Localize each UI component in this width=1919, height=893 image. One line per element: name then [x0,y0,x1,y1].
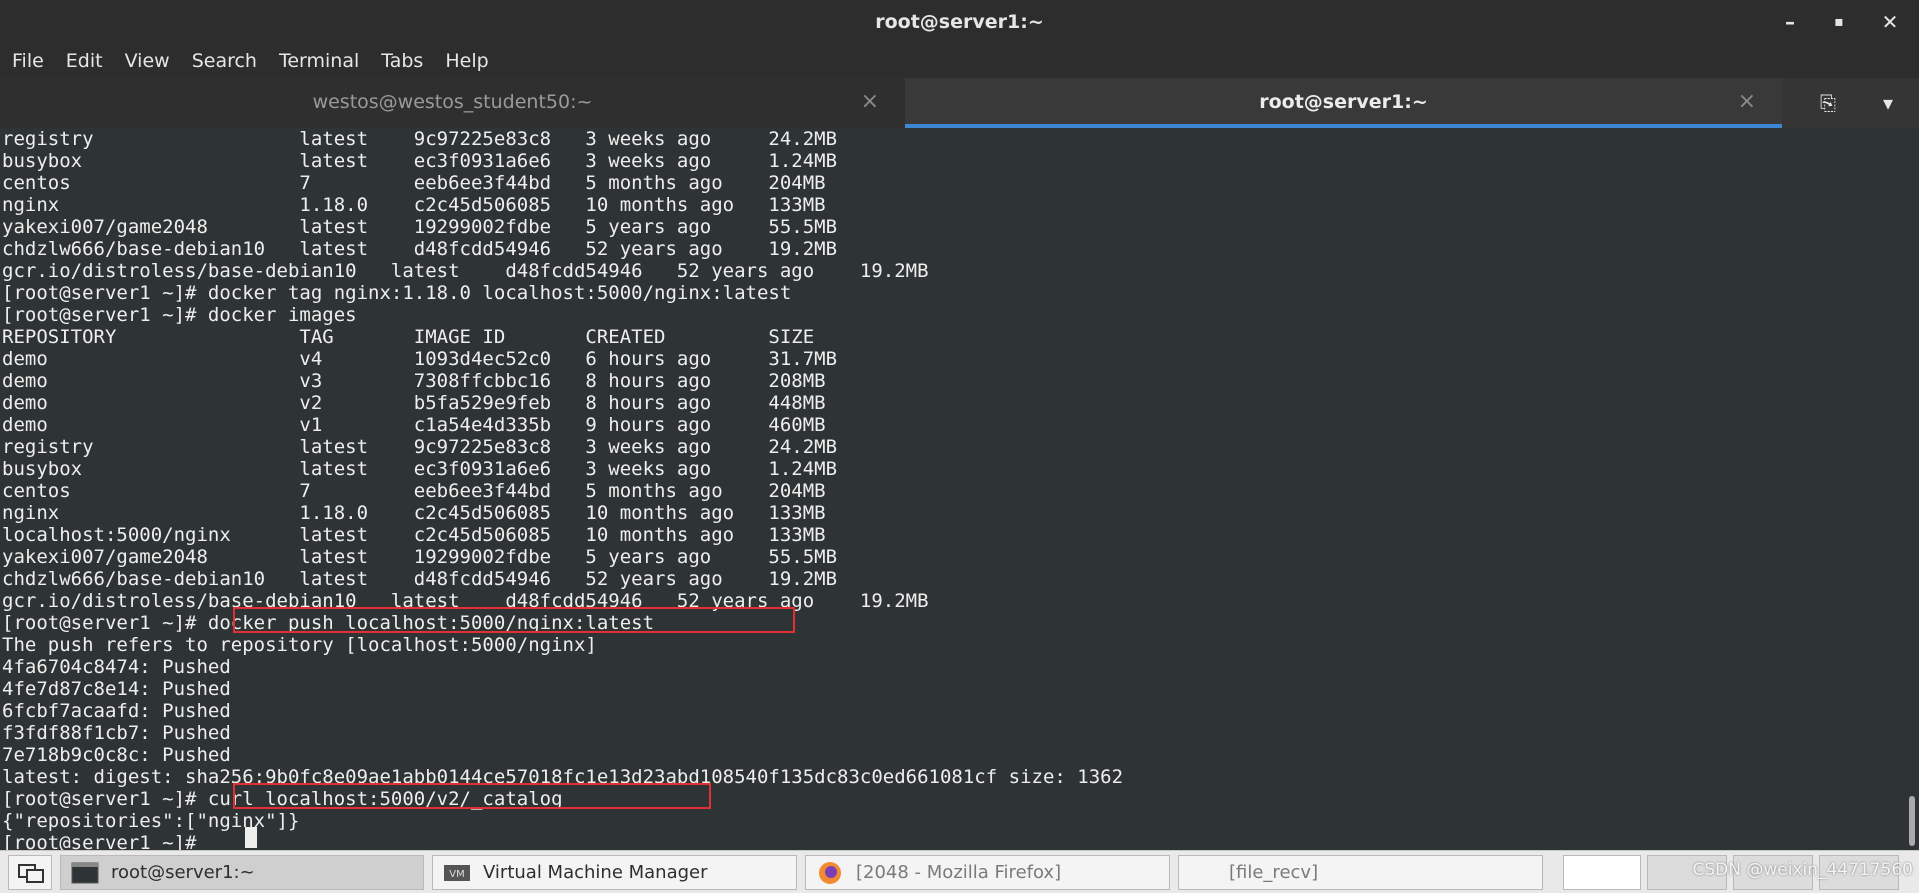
terminal-line: demo v2 b5fa529e9feb 8 hours ago 448MB [2,392,826,414]
menu-tabs[interactable]: Tabs [381,50,423,72]
terminal-line: gcr.io/distroless/base-debian10 latest d… [2,260,929,282]
tab-westos-student[interactable]: westos@westos_student50:~ × [0,78,905,128]
taskbar-item-label: [file_recv] [1229,862,1319,883]
terminal-line: registry latest 9c97225e83c8 3 weeks ago… [2,436,838,458]
terminal-line: REPOSITORY TAG IMAGE ID CREATED SIZE [2,326,815,348]
new-tab-icon[interactable]: ⎘ [1800,78,1856,128]
firefox-icon [819,862,841,884]
window-titlebar: root@server1:~ – ▪ ✕ [0,0,1919,44]
maximize-button[interactable]: ▪ [1822,8,1856,36]
terminal-cursor [245,827,257,848]
terminal-line: [root@server1 ~]# docker images [2,304,357,326]
menu-search[interactable]: Search [192,50,257,72]
terminal-line: centos 7 eeb6ee3f44bd 5 months ago 204MB [2,480,826,502]
terminal-line: chdzlw666/base-debian10 latest d48fcdd54… [2,238,838,260]
terminal-line: demo v4 1093d4ec52c0 6 hours ago 31.7MB [2,348,838,370]
terminal-line: demo v1 c1a54e4d335b 9 hours ago 460MB [2,414,826,436]
terminal-line: 4fa6704c8474: Pushed [2,656,231,678]
terminal-line: yakexi007/game2048 latest 19299002fdbe 5… [2,216,838,238]
terminal-line: busybox latest ec3f0931a6e6 3 weeks ago … [2,150,838,172]
terminal-line: busybox latest ec3f0931a6e6 3 weeks ago … [2,458,838,480]
tab-root-server1[interactable]: root@server1:~ × [905,78,1782,128]
terminal-line: f3fdf88f1cb7: Pushed [2,722,231,744]
terminal-line: localhost:5000/nginx latest c2c45d506085… [2,524,826,546]
workspace-switcher-1[interactable] [1563,855,1641,890]
highlight-curl-command [233,783,711,809]
terminal-line: [root@server1 ~]# [2,832,208,850]
tab-label: root@server1:~ [1259,91,1428,113]
terminal-line: 6fcbf7acaafd: Pushed [2,700,231,722]
menu-file[interactable]: File [12,50,44,72]
tab-close-icon[interactable]: × [1738,78,1756,126]
window-title: root@server1:~ [875,11,1044,33]
taskbar: root@server1:~ VM Virtual Machine Manage… [0,850,1919,893]
terminal-line: 7e718b9c0c8c: Pushed [2,744,231,766]
menu-view[interactable]: View [125,50,170,72]
menu-terminal[interactable]: Terminal [279,50,359,72]
menu-help[interactable]: Help [445,50,488,72]
highlight-push-command [233,607,795,633]
terminal-line: chdzlw666/base-debian10 latest d48fcdd54… [2,568,838,590]
menu-edit[interactable]: Edit [66,50,103,72]
terminal-line: nginx 1.18.0 c2c45d506085 10 months ago … [2,194,826,216]
terminal-line: yakexi007/game2048 latest 19299002fdbe 5… [2,546,838,568]
taskbar-item-terminal[interactable]: root@server1:~ [60,855,424,890]
tab-dropdown-icon[interactable]: ▾ [1860,78,1916,128]
watermark: CSDN @weixin_44717560 [1692,860,1913,880]
terminal-line: demo v3 7308ffcbbc16 8 hours ago 208MB [2,370,826,392]
svg-text:VM: VM [449,869,464,880]
terminal-line: centos 7 eeb6ee3f44bd 5 months ago 204MB [2,172,826,194]
taskbar-item-file-recv[interactable]: [file_recv] [1178,855,1543,890]
taskbar-item-firefox[interactable]: [2048 - Mozilla Firefox] [805,855,1170,890]
show-desktop-button[interactable] [8,855,52,890]
terminal-icon [71,862,99,884]
taskbar-item-label: Virtual Machine Manager [483,862,708,883]
close-button[interactable]: ✕ [1873,8,1907,36]
tab-bar: westos@westos_student50:~ × root@server1… [0,78,1919,128]
terminal-line: [root@server1 ~]# docker tag nginx:1.18.… [2,282,792,304]
terminal-line: The push refers to repository [localhost… [2,634,597,656]
taskbar-item-label: root@server1:~ [111,862,255,883]
taskbar-item-virt-manager[interactable]: VM Virtual Machine Manager [432,855,797,890]
terminal-line: 4fe7d87c8e14: Pushed [2,678,231,700]
virtual-machine-manager-icon: VM [444,865,470,881]
tab-close-icon[interactable]: × [861,78,879,126]
workspace-icon [18,864,44,883]
minimize-button[interactable]: – [1773,8,1807,36]
scrollbar-thumb[interactable] [1909,796,1915,846]
terminal-output[interactable]: registry latest 9c97225e83c8 3 weeks ago… [0,128,1905,850]
terminal-line: registry latest 9c97225e83c8 3 weeks ago… [2,128,838,150]
terminal-line: nginx 1.18.0 c2c45d506085 10 months ago … [2,502,826,524]
taskbar-item-label: [2048 - Mozilla Firefox] [856,862,1062,883]
menu-bar: File Edit View Search Terminal Tabs Help [0,44,1919,78]
terminal-scrollbar[interactable] [1905,128,1919,850]
tab-label: westos@westos_student50:~ [312,91,593,113]
